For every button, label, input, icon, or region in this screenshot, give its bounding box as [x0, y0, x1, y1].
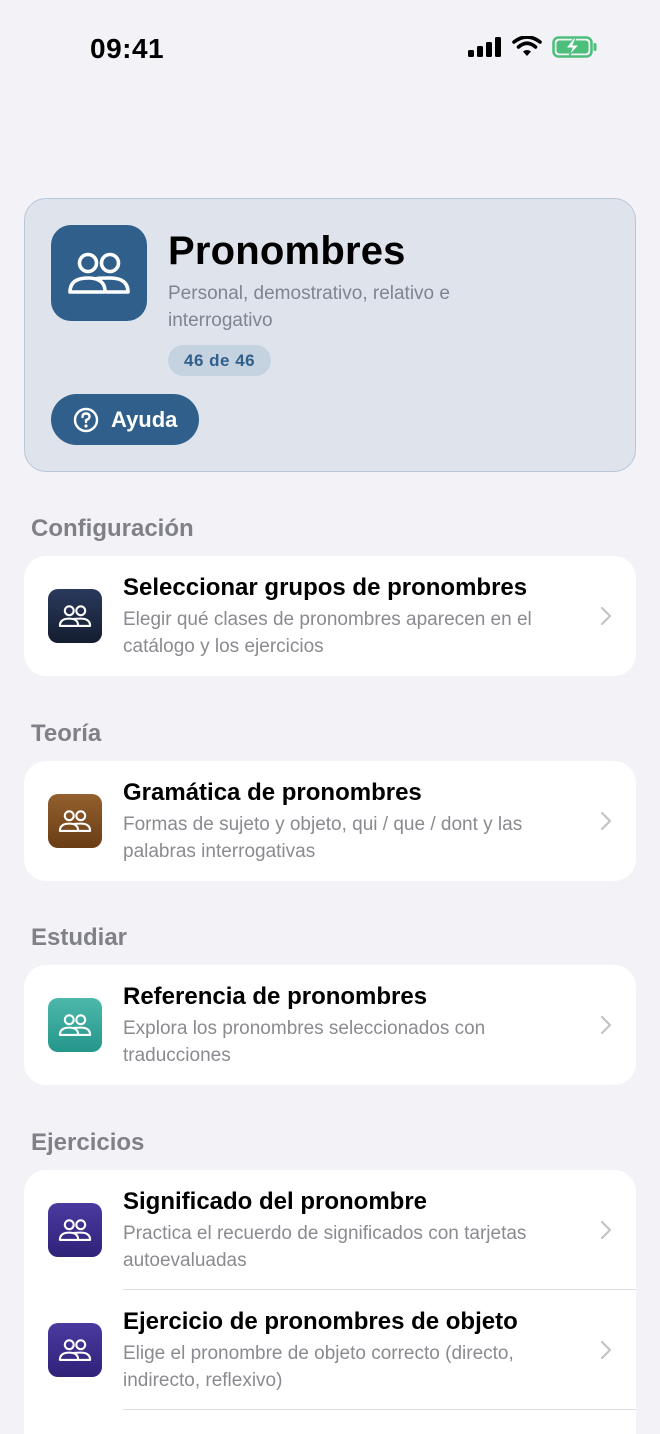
- list-item-description: Formas de sujeto y objeto, qui / que / d…: [123, 814, 523, 862]
- question-circle-icon: [73, 407, 99, 432]
- list-item-title: Seleccionar grupos de pronombres: [123, 574, 528, 601]
- list-item-grammar[interactable]: Gramática de pronombres Formas de sujeto…: [24, 761, 636, 881]
- chevron-right-icon: [600, 1015, 612, 1035]
- exercises-card: Significado del pronombre Practica el re…: [24, 1170, 636, 1434]
- list-item-meaning[interactable]: Significado del pronombre Practica el re…: [24, 1170, 636, 1290]
- help-button[interactable]: Ayuda: [51, 394, 199, 445]
- config-card: Seleccionar grupos de pronombres Elegir …: [24, 556, 636, 676]
- chevron-right-icon: [600, 811, 612, 831]
- status-icons: [468, 36, 598, 58]
- progress-badge: 46 de 46: [168, 345, 272, 376]
- wifi-icon: [512, 36, 542, 56]
- list-item-description: Elegir qué clases de pronombres aparecen…: [123, 609, 532, 657]
- theory-card: Gramática de pronombres Formas de sujeto…: [24, 761, 636, 881]
- people-icon: [51, 225, 147, 321]
- topic-subtitle: Personal, demostrativo, relativo e inter…: [168, 283, 450, 331]
- battery-charging-icon: [552, 36, 597, 58]
- list-item-title: Gramática de pronombres: [123, 779, 422, 806]
- section-header-config: Configuración: [31, 515, 194, 542]
- list-item-title: Significado del pronombre: [123, 1188, 428, 1215]
- people-icon: [48, 998, 102, 1052]
- list-item-title: Ejercicio de pronombres de objeto: [123, 1308, 518, 1335]
- chevron-right-icon: [600, 1340, 612, 1360]
- chevron-right-icon: [600, 606, 612, 626]
- help-button-label: Ayuda: [111, 406, 178, 432]
- list-item-select-groups[interactable]: Seleccionar grupos de pronombres Elegir …: [24, 556, 636, 676]
- list-item-description: Explora los pronombres seleccionados con…: [123, 1018, 486, 1066]
- row-divider: [123, 1409, 636, 1410]
- people-icon: [48, 589, 102, 643]
- list-item-title: Referencia de pronombres: [123, 983, 428, 1010]
- section-header-theory: Teoría: [31, 720, 102, 747]
- study-card: Referencia de pronombres Explora los pro…: [24, 965, 636, 1085]
- status-time: 09:41: [90, 33, 165, 64]
- chevron-right-icon: [600, 1220, 612, 1240]
- section-header-exercises: Ejercicios: [31, 1129, 145, 1156]
- list-item-description: Elige el pronombre de objeto correcto (d…: [123, 1343, 514, 1391]
- people-icon: [48, 794, 102, 848]
- people-icon: [48, 1323, 102, 1377]
- list-item-object-pronouns[interactable]: Ejercicio de pronombres de objeto Elige …: [24, 1290, 636, 1410]
- status-bar: 09:41: [0, 0, 660, 100]
- cellular-signal-icon: [468, 37, 501, 57]
- people-icon: [48, 1203, 102, 1257]
- list-item-description: Practica el recuerdo de significados con…: [123, 1223, 527, 1271]
- section-header-study: Estudiar: [31, 924, 128, 951]
- list-item-reference[interactable]: Referencia de pronombres Explora los pro…: [24, 965, 636, 1085]
- topic-hero-card: Pronombres Personal, demostrativo, relat…: [24, 198, 636, 472]
- topic-title: Pronombres: [168, 229, 406, 273]
